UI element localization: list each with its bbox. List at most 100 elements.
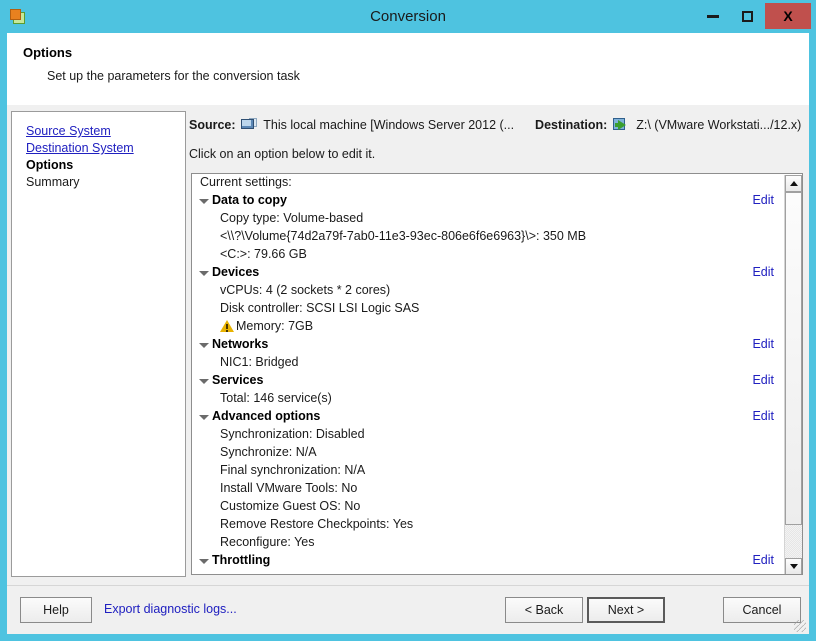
window-title: Conversion <box>370 8 446 25</box>
group-label: Advanced options <box>212 409 321 423</box>
settings-row: Copy type: Volume-based <box>192 210 784 228</box>
settings-group-header[interactable]: Devices Edit <box>192 264 784 282</box>
close-button[interactable]: X <box>765 3 811 29</box>
settings-list: Current settings: Data to copy Edit Copy ty… <box>192 174 784 574</box>
group-label: Throttling <box>212 553 271 567</box>
settings-row: Remove Restore Checkpoints: Yes <box>192 516 784 534</box>
triangle-down-icon[interactable] <box>199 559 209 564</box>
scrollbar-thumb[interactable] <box>785 192 802 525</box>
triangle-down-icon[interactable] <box>199 271 209 276</box>
export-diagnostic-logs-link[interactable]: Export diagnostic logs... <box>104 602 237 616</box>
group-label: Networks <box>212 337 269 351</box>
sidebar-item-source-system[interactable]: Source System <box>26 123 134 140</box>
edit-link[interactable]: Edit <box>752 553 774 567</box>
row-label: <\\?\Volume{74d2a79f-7ab0-11e3-93ec-806e… <box>220 229 587 243</box>
edit-link[interactable]: Edit <box>752 373 774 387</box>
edit-link[interactable]: Edit <box>752 193 774 207</box>
row-label: Synchronization: Disabled <box>220 427 365 441</box>
settings-row: Customize Guest OS: No <box>192 498 784 516</box>
edit-link[interactable]: Edit <box>752 337 774 351</box>
minimize-icon <box>706 14 719 18</box>
settings-group-header[interactable]: Networks Edit <box>192 336 784 354</box>
row-label: Remove Restore Checkpoints: Yes <box>220 517 414 531</box>
row-label: Disk controller: SCSI LSI Logic SAS <box>220 301 420 315</box>
page-title: Options <box>23 45 73 60</box>
row-label: <C:>: 79.66 GB <box>220 247 307 261</box>
chevron-up-icon <box>789 181 798 186</box>
settings-row: Memory: 7GB <box>192 318 784 336</box>
settings-group-header[interactable]: Advanced options Edit <box>192 408 784 426</box>
scroll-down-button[interactable] <box>785 558 802 574</box>
title-bar: Conversion X <box>0 0 816 33</box>
options-pane: Source: This local machine [Windows Serv… <box>189 105 805 585</box>
monitor-icon <box>241 118 258 132</box>
row-label: Customize Guest OS: No <box>220 499 361 513</box>
scroll-up-button[interactable] <box>785 175 802 192</box>
row-label: Synchronize: N/A <box>220 445 317 459</box>
settings-row: Synchronization: Disabled <box>192 426 784 444</box>
row-label: vCPUs: 4 (2 sockets * 2 cores) <box>220 283 391 297</box>
source-label: Source: <box>189 118 236 132</box>
group-label: Devices <box>212 265 260 279</box>
caption-text: Current settings: <box>200 175 292 189</box>
footer-bar: Help Export diagnostic logs... < Back Ne… <box>7 585 809 634</box>
maximize-icon <box>742 10 753 22</box>
conversion-window: Conversion X Options Set up the paramete… <box>0 0 816 641</box>
settings-group-header[interactable]: Data to copy Edit <box>192 192 784 210</box>
group-label: Services <box>212 373 264 387</box>
triangle-down-icon[interactable] <box>199 379 209 384</box>
wizard-sidebar: Source System Destination System Options Su… <box>11 111 186 577</box>
row-label: Install VMware Tools: No <box>220 481 358 495</box>
settings-group-header[interactable]: Services Edit <box>192 372 784 390</box>
maximize-button[interactable] <box>730 3 765 29</box>
edit-link[interactable]: Edit <box>752 265 774 279</box>
back-button[interactable]: < Back <box>505 597 583 623</box>
sidebar-item-summary: Summary <box>26 175 80 189</box>
page-header: Options Set up the parameters for the co… <box>7 33 809 105</box>
row-label: Reconfigure: Yes <box>220 535 315 549</box>
row-label: Memory: 7GB <box>220 319 313 333</box>
help-button[interactable]: Help <box>20 597 92 623</box>
export-arrow-icon <box>612 117 629 132</box>
settings-row: Synchronize: N/A <box>192 444 784 462</box>
settings-row: <\\?\Volume{74d2a79f-7ab0-11e3-93ec-806e… <box>192 228 784 246</box>
settings-row: NIC1: Bridged <box>192 354 784 372</box>
vertical-scrollbar[interactable] <box>784 175 802 574</box>
current-settings-caption: Current settings: <box>192 174 784 192</box>
settings-row: Disk controller: SCSI LSI Logic SAS <box>192 300 784 318</box>
settings-row: Total: 146 service(s) <box>192 390 784 408</box>
settings-row: Install VMware Tools: No <box>192 480 784 498</box>
page-subtitle: Set up the parameters for the conversion… <box>47 69 300 83</box>
destination-label: Destination: <box>535 118 608 132</box>
sidebar-item-destination-system[interactable]: Destination System <box>26 140 134 157</box>
wizard-steps: Source System Destination System Options Su… <box>26 123 134 191</box>
cancel-button[interactable]: Cancel <box>723 597 801 623</box>
current-settings-listbox[interactable]: Current settings: Data to copy Edit Copy ty… <box>191 173 803 575</box>
triangle-down-icon[interactable] <box>199 415 209 420</box>
settings-row: Reconfigure: Yes <box>192 534 784 552</box>
scrollbar-track[interactable] <box>785 192 802 558</box>
source-value: This local machine [Windows Server 2012 … <box>263 118 515 132</box>
minimize-button[interactable] <box>695 3 730 29</box>
triangle-down-icon[interactable] <box>199 199 209 204</box>
warning-icon <box>220 320 234 332</box>
settings-row: <C:>: 79.66 GB <box>192 246 784 264</box>
row-label: Copy type: Volume-based <box>220 211 364 225</box>
triangle-down-icon[interactable] <box>199 343 209 348</box>
chevron-down-icon <box>789 564 798 569</box>
row-label: NIC1: Bridged <box>220 355 299 369</box>
sidebar-item-options: Options <box>26 158 74 172</box>
next-button[interactable]: Next > <box>587 597 665 623</box>
settings-group-header[interactable]: Throttling Edit <box>192 552 784 570</box>
settings-row: vCPUs: 4 (2 sockets * 2 cores) <box>192 282 784 300</box>
group-label: Data to copy <box>212 193 288 207</box>
settings-row: Final synchronization: N/A <box>192 462 784 480</box>
row-label: Total: 146 service(s) <box>220 391 332 405</box>
edit-link[interactable]: Edit <box>752 409 774 423</box>
destination-value: Z:\ (VMware Workstati.../12.x) <box>636 118 802 132</box>
resize-grip[interactable] <box>794 620 806 632</box>
body-area: Source System Destination System Options Su… <box>7 105 809 585</box>
click-hint: Click on an option below to edit it. <box>189 147 376 161</box>
row-label: Final synchronization: N/A <box>220 463 366 477</box>
window-controls: X <box>695 3 811 29</box>
